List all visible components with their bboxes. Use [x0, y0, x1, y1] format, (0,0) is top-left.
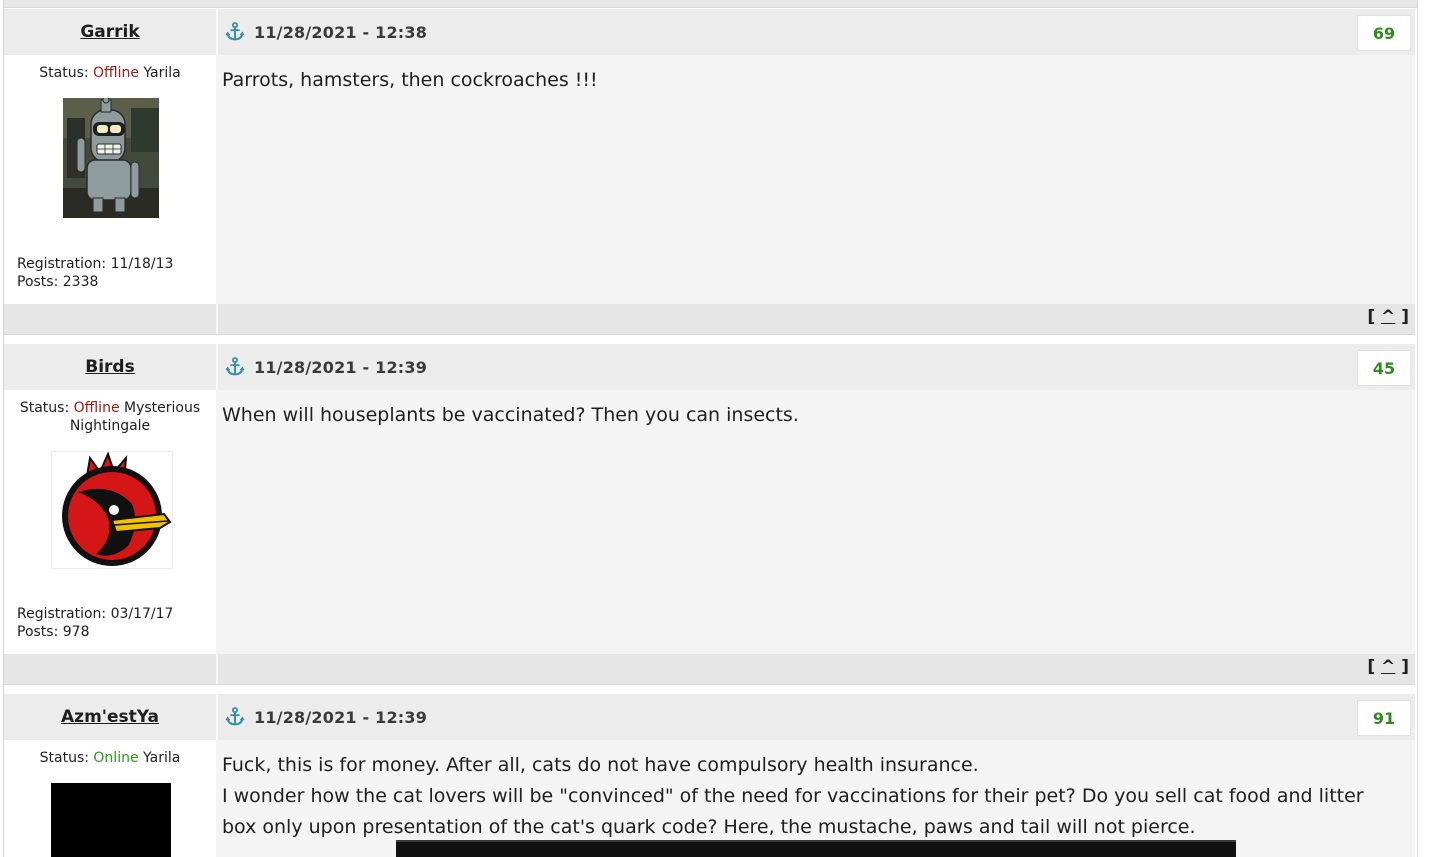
author-header: Birds: [4, 344, 218, 390]
anchor-icon[interactable]: [224, 356, 246, 378]
post-date: 11/28/2021 - 12:39: [254, 357, 428, 377]
post-rating[interactable]: 91: [1357, 700, 1411, 736]
post-date: 11/28/2021 - 12:39: [254, 707, 428, 727]
forum-post: Birds 11/28/2021 - 12:39 45 Status: Offl…: [4, 344, 1415, 689]
post-header: Garrik 11/28/2021 - 12:38 69: [4, 9, 1415, 55]
status-rank: Yarila: [143, 750, 181, 766]
anchor-icon[interactable]: [224, 21, 246, 43]
anchor-icon[interactable]: [224, 706, 246, 728]
forum-post: Azm'estYa 11/28/2021 - 12:39 91 Status:: [4, 694, 1415, 857]
post-content-line: I wonder how the cat lovers will be "con…: [222, 785, 1364, 838]
avatar[interactable]: [51, 451, 173, 569]
author-panel: Status: Offline Mysterious Nightingale R…: [4, 390, 218, 654]
avatar[interactable]: [63, 98, 159, 218]
embedded-image[interactable]: [396, 840, 1236, 857]
post-content: Fuck, this is for money. After all, cats…: [222, 750, 1403, 843]
status-rank: Yarila: [143, 65, 181, 81]
post-date: 11/28/2021 - 12:38: [254, 22, 428, 42]
post-rating[interactable]: 69: [1357, 15, 1411, 51]
author-name-link[interactable]: Garrik: [80, 22, 139, 42]
author-name-link[interactable]: Birds: [85, 357, 134, 377]
author-post-count: Posts: 2338: [17, 274, 99, 290]
status-offline: Offline: [93, 65, 139, 81]
author-status: Status: Online Yarila: [4, 749, 216, 767]
post-header: Azm'estYa 11/28/2021 - 12:39 91: [4, 694, 1415, 740]
post-rating[interactable]: 45: [1357, 350, 1411, 386]
author-registration: Registration: 03/17/17: [17, 606, 174, 622]
post-footer: [ ^ ]: [4, 304, 1415, 335]
footer-divider: [216, 654, 218, 684]
post-meta: 11/28/2021 - 12:38: [218, 9, 1415, 55]
author-panel: Status: Online Yarila: [4, 740, 218, 857]
previous-post-footer: [4, 0, 1417, 8]
back-to-top-link[interactable]: [ ^ ]: [1367, 307, 1409, 327]
author-status: Status: Offline Yarila: [4, 64, 216, 82]
author-post-count: Posts: 978: [17, 624, 90, 640]
post-content: When will houseplants be vaccinated? The…: [222, 404, 799, 426]
author-panel: Status: Offline Yarila Registration: 11/…: [4, 55, 218, 304]
back-to-top-link[interactable]: [ ^ ]: [1367, 657, 1409, 677]
post-meta: 11/28/2021 - 12:39: [218, 694, 1415, 740]
forum-thread: Garrik 11/28/2021 - 12:38 69 Status: Off…: [0, 0, 1429, 857]
post-footer: [ ^ ]: [4, 654, 1415, 685]
post-body: Status: Offline Mysterious Nightingale R…: [4, 390, 1415, 654]
caret-up-icon: ^: [1381, 657, 1396, 677]
author-status: Status: Offline Mysterious Nightingale: [4, 399, 216, 435]
author-name-link[interactable]: Azm'estYa: [61, 707, 159, 727]
status-online: Online: [93, 750, 139, 766]
caret-up-icon: ^: [1381, 307, 1396, 327]
post-content: Parrots, hamsters, then cockroaches !!!: [222, 69, 598, 91]
post-meta: 11/28/2021 - 12:39: [218, 344, 1415, 390]
post-body: Status: Offline Yarila Registration: 11/…: [4, 55, 1415, 304]
post-header: Birds 11/28/2021 - 12:39 45: [4, 344, 1415, 390]
author-header: Garrik: [4, 9, 218, 55]
author-registration: Registration: 11/18/13: [17, 256, 174, 272]
post-content-line: Fuck, this is for money. After all, cats…: [222, 754, 979, 776]
forum-post: Garrik 11/28/2021 - 12:38 69 Status: Off…: [4, 9, 1415, 335]
status-label: Status:: [19, 400, 70, 416]
status-label: Status:: [39, 750, 89, 766]
frame-border-right: [1417, 0, 1418, 857]
status-offline: Offline: [73, 400, 120, 416]
avatar[interactable]: [51, 783, 171, 857]
footer-divider: [216, 304, 218, 334]
author-header: Azm'estYa: [4, 694, 218, 740]
post-body: Status: Online Yarila Fuck, this is for …: [4, 740, 1415, 857]
status-label: Status:: [39, 65, 89, 81]
